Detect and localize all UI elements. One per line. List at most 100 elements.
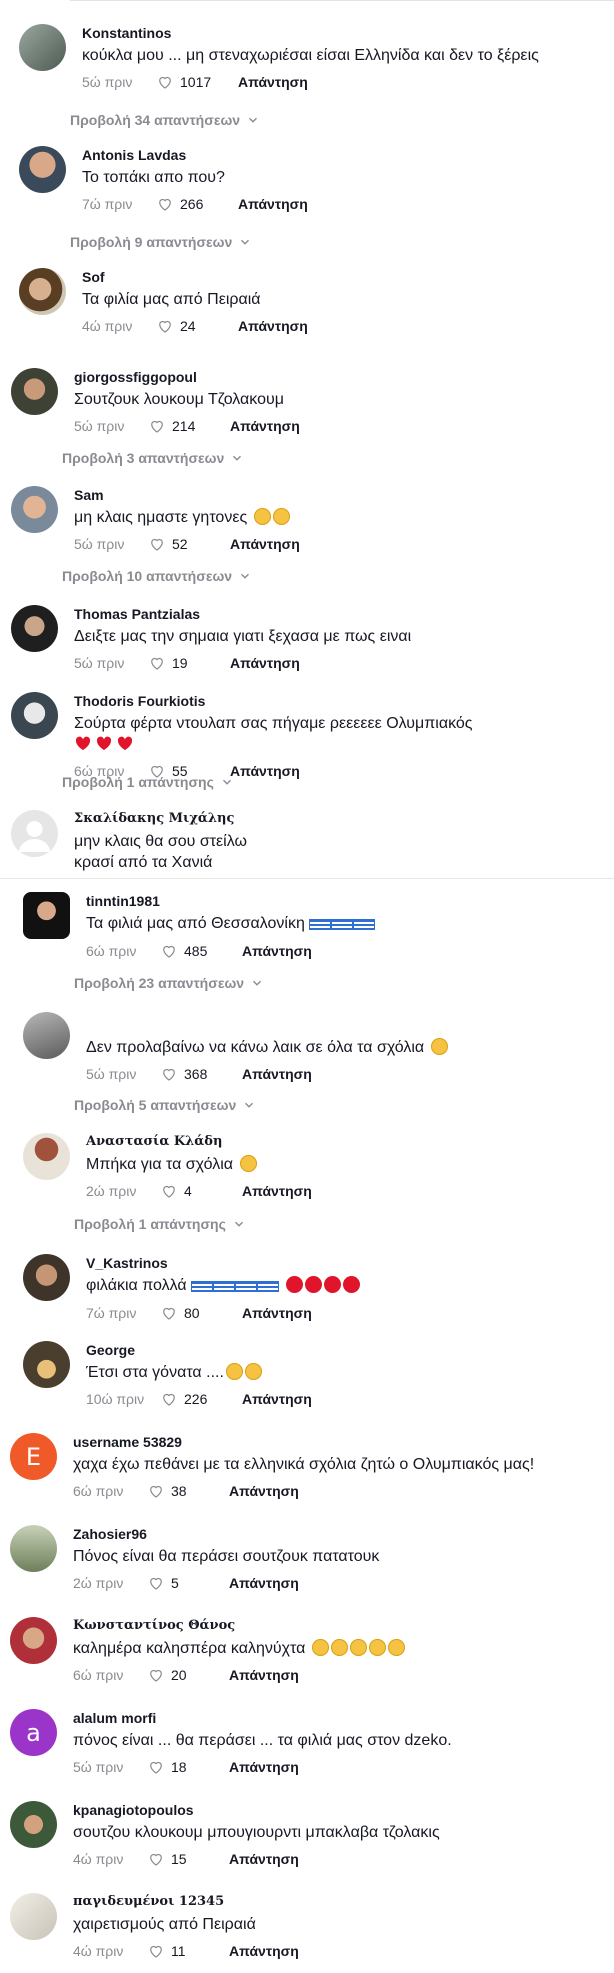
avatar[interactable]: E xyxy=(10,1433,57,1480)
view-replies-label: Προβολή 5 απαντήσεων xyxy=(74,1097,237,1113)
chevron-down-icon xyxy=(222,779,231,785)
comment-username[interactable]: παγιδευμένοι 12345 xyxy=(73,1893,610,1911)
comment-username[interactable]: alalum morfi xyxy=(73,1709,610,1727)
view-replies-button[interactable]: Προβολή 5 απαντήσεων xyxy=(74,1097,256,1113)
view-replies-button[interactable]: Προβολή 10 απαντήσεων xyxy=(62,568,252,584)
comment-username[interactable]: Sam xyxy=(74,486,611,504)
laughing-emoji-icon xyxy=(430,1038,448,1055)
avatar[interactable] xyxy=(11,486,58,533)
reply-button[interactable]: Απάντηση xyxy=(238,73,308,91)
reply-button[interactable]: Απάντηση xyxy=(229,1850,299,1868)
reply-button[interactable]: Απάντηση xyxy=(242,1065,312,1083)
heart-icon[interactable] xyxy=(147,1666,165,1684)
comment-username[interactable]: giorgossfiggopoul xyxy=(74,368,611,386)
avatar[interactable] xyxy=(11,605,58,652)
heart-icon[interactable] xyxy=(147,1942,165,1960)
heart-icon[interactable] xyxy=(160,1304,178,1322)
heart-icon[interactable] xyxy=(148,535,166,553)
avatar[interactable]: a xyxy=(10,1709,57,1756)
view-replies-button[interactable]: Προβολή 34 απαντήσεων xyxy=(70,112,260,128)
comment-username[interactable]: username 53829 xyxy=(73,1433,610,1451)
comment-username[interactable]: tinntin1981 xyxy=(86,892,614,910)
reply-button[interactable]: Απάντηση xyxy=(242,1304,312,1322)
comment-meta: 5ώ πριν 214 Απάντηση xyxy=(74,417,611,435)
avatar[interactable] xyxy=(19,146,66,193)
comment-username[interactable]: kpanagiotopoulos xyxy=(73,1801,610,1819)
heart-icon[interactable] xyxy=(147,1850,165,1868)
chevron-down-icon xyxy=(241,239,250,245)
avatar[interactable] xyxy=(10,1617,57,1664)
heart-icon[interactable] xyxy=(156,73,174,91)
comment-username[interactable]: George xyxy=(86,1341,614,1359)
chevron-down-icon xyxy=(245,1102,254,1108)
comment-username[interactable]: Thodoris Fourkiotis xyxy=(74,692,611,710)
comment-item: George Έτσι στα γόνατα .... 10ώ πριν 226… xyxy=(23,1341,614,1421)
like-count: 24 xyxy=(180,318,196,334)
comment-text-value: Έτσι στα γόνατα .... xyxy=(86,1364,224,1381)
like-count: 5 xyxy=(171,1575,179,1591)
like-count: 214 xyxy=(172,418,196,434)
comment-username[interactable]: V_Kastrinos xyxy=(86,1254,614,1272)
comment-username[interactable]: Antonis Lavdas xyxy=(82,146,614,164)
heart-icon[interactable] xyxy=(160,1390,178,1408)
reply-button[interactable]: Απάντηση xyxy=(229,1482,299,1500)
comment-meta: 7ώ πριν 80 Απάντηση xyxy=(86,1304,614,1322)
avatar[interactable] xyxy=(23,1012,70,1059)
comment-item: tinntin1981 Τα φιλιά μας από Θεσσαλονίκη… xyxy=(23,892,614,972)
avatar[interactable] xyxy=(19,24,66,71)
comment-username[interactable]: Κωνσταντίνος Θάνος xyxy=(73,1617,610,1635)
heart-icon[interactable] xyxy=(148,417,166,435)
reply-button[interactable]: Απάντηση xyxy=(230,535,300,553)
like-count: 226 xyxy=(184,1391,208,1407)
avatar-placeholder[interactable] xyxy=(11,810,58,857)
reply-button[interactable]: Απάντηση xyxy=(242,1390,312,1408)
comment-text: Μπήκα για τα σχόλια xyxy=(86,1154,614,1175)
view-replies-button[interactable]: Προβολή 9 απαντήσεων xyxy=(70,234,252,250)
view-replies-button[interactable]: Προβολή 1 απάντησης xyxy=(74,1216,246,1232)
view-replies-button[interactable]: Προβολή 1 απάντησης xyxy=(62,774,234,790)
reply-button[interactable]: Απάντηση xyxy=(229,1758,299,1776)
avatar[interactable] xyxy=(23,1133,70,1180)
reply-button[interactable]: Απάντηση xyxy=(242,942,312,960)
reply-button[interactable]: Απάντηση xyxy=(230,417,300,435)
reply-button[interactable]: Απάντηση xyxy=(238,317,308,335)
comment-username[interactable]: Zahosier96 xyxy=(73,1525,610,1543)
comment-username[interactable]: Thomas Pantzialas xyxy=(74,605,611,623)
heart-icon[interactable] xyxy=(156,317,174,335)
comment-username[interactable]: Αναστασία Κλάδη xyxy=(86,1133,614,1151)
reply-button[interactable]: Απάντηση xyxy=(229,1574,299,1592)
avatar[interactable] xyxy=(10,1893,57,1940)
avatar[interactable] xyxy=(23,892,70,939)
heart-icon[interactable] xyxy=(160,1065,178,1083)
avatar[interactable] xyxy=(11,368,58,415)
comment-meta: 10ώ πριν 226 Απάντηση xyxy=(86,1390,614,1408)
reply-button[interactable]: Απάντηση xyxy=(230,762,300,780)
heart-icon[interactable] xyxy=(160,1182,178,1200)
reply-button[interactable]: Απάντηση xyxy=(242,1182,312,1200)
heart-icon[interactable] xyxy=(156,195,174,213)
heart-icon[interactable] xyxy=(147,1574,165,1592)
view-replies-button[interactable]: Προβολή 3 απαντήσεων xyxy=(62,450,244,466)
avatar[interactable] xyxy=(23,1254,70,1301)
comment-time: 2ώ πριν xyxy=(86,1183,137,1199)
avatar[interactable] xyxy=(23,1341,70,1388)
heart-icon[interactable] xyxy=(147,1758,165,1776)
heart-icon[interactable] xyxy=(148,654,166,672)
avatar[interactable] xyxy=(10,1801,57,1848)
heart-icon[interactable] xyxy=(147,1482,165,1500)
comment-username[interactable]: Konstantinos xyxy=(82,24,614,42)
reply-button[interactable]: Απάντηση xyxy=(230,654,300,672)
comment-username[interactable]: Sof xyxy=(82,268,614,286)
like-count: 38 xyxy=(171,1483,187,1499)
avatar[interactable] xyxy=(11,692,58,739)
comment-text-value: Μπήκα για τα σχόλια xyxy=(86,1156,234,1173)
heart-icon[interactable] xyxy=(160,942,178,960)
comment-username[interactable]: Σκαλίδακης Μιχάλης xyxy=(74,810,611,828)
avatar[interactable] xyxy=(19,268,66,315)
reply-button[interactable]: Απάντηση xyxy=(238,195,308,213)
comment-time: 4ώ πριν xyxy=(82,318,133,334)
avatar[interactable] xyxy=(10,1525,57,1572)
reply-button[interactable]: Απάντηση xyxy=(229,1942,299,1960)
view-replies-button[interactable]: Προβολή 23 απαντήσεων xyxy=(74,975,264,991)
reply-button[interactable]: Απάντηση xyxy=(229,1666,299,1684)
